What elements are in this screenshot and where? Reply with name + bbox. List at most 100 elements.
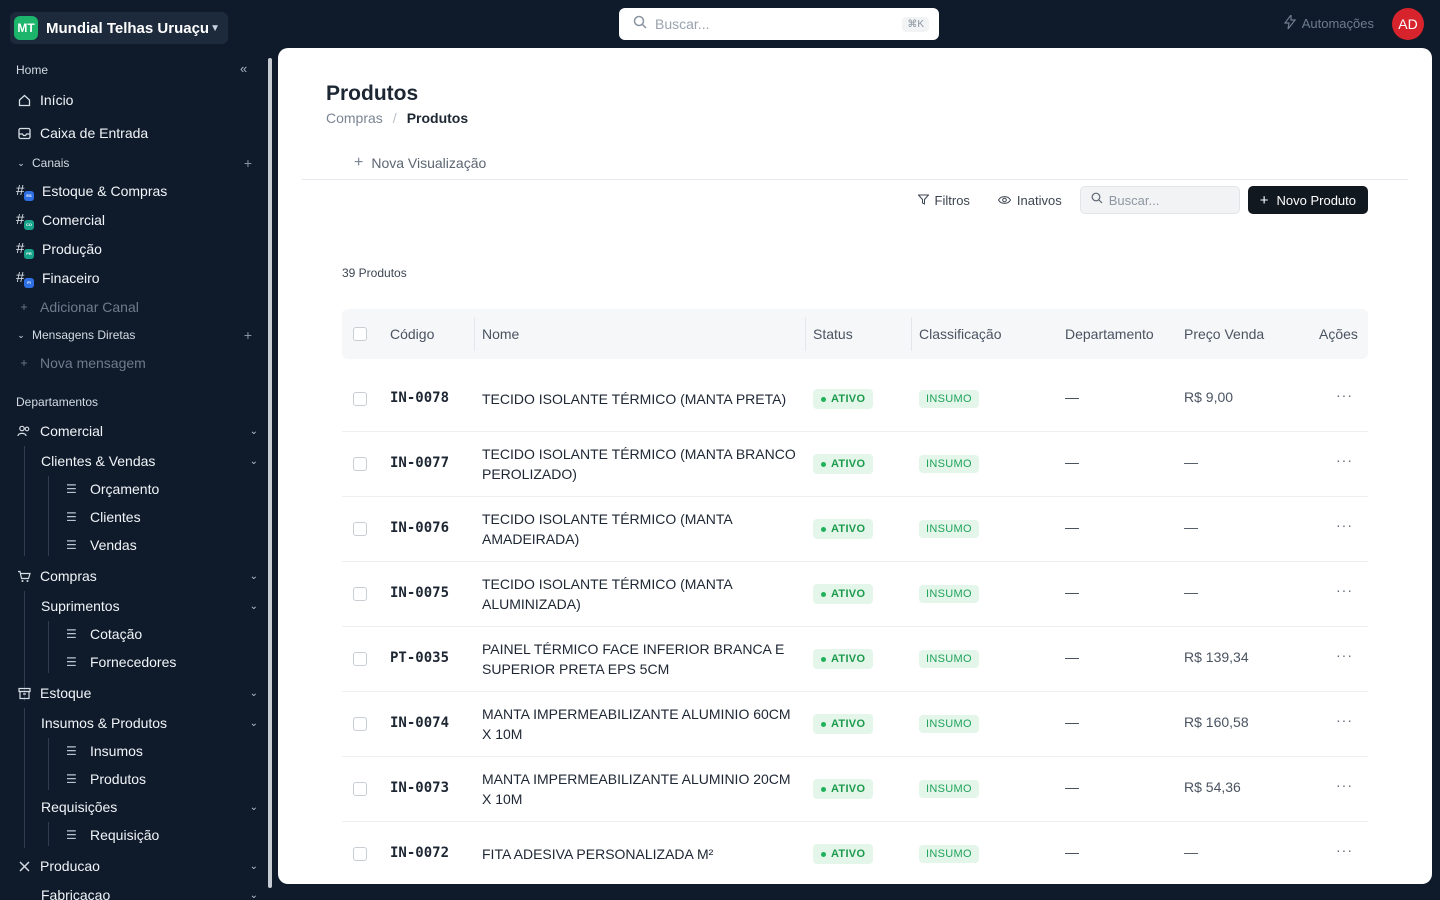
sidebar-dept-comercial[interactable]: Comercial ⌄ <box>16 418 258 444</box>
double-chevron-left-icon[interactable]: « <box>240 61 247 76</box>
more-horizontal-icon[interactable]: ··· <box>1336 647 1353 663</box>
header-classification[interactable]: Classificação <box>919 326 1001 342</box>
user-avatar[interactable]: AD <box>1392 8 1424 40</box>
top-bar: MT Mundial Telhas Uruaçu ▼ ⌘K Automações… <box>0 0 1440 48</box>
product-name[interactable]: MANTA IMPERMEABILIZANTE ALUMINIO 20CM X … <box>482 769 802 809</box>
new-view-label: Nova Visualização <box>371 155 487 171</box>
sidebar-channel-producao[interactable]: # PR Produção <box>16 236 258 262</box>
chevron-down-icon: ⌄ <box>249 860 258 872</box>
classification-badge: INSUMO <box>919 520 979 538</box>
sidebar-link-requisicao[interactable]: ☰ Requisição <box>66 822 258 848</box>
header-code[interactable]: Código <box>390 326 434 342</box>
table-row[interactable]: PT-0035 PAINEL TÉRMICO FACE INFERIOR BRA… <box>342 627 1368 692</box>
sidebar-link-clientes[interactable]: ☰ Clientes <box>66 504 258 530</box>
more-horizontal-icon[interactable]: ··· <box>1336 517 1353 533</box>
sidebar-dept-compras[interactable]: Compras ⌄ <box>16 563 258 589</box>
sidebar-section-dm[interactable]: ⌄ Mensagens Diretas + <box>16 322 258 348</box>
product-name[interactable]: TECIDO ISOLANTE TÉRMICO (MANTA ALUMINIZA… <box>482 574 802 614</box>
new-message-label: Nova mensagem <box>40 355 146 371</box>
table-search[interactable] <box>1079 186 1240 214</box>
inactive-toggle[interactable]: Inativos <box>988 186 1072 214</box>
more-horizontal-icon[interactable]: ··· <box>1336 582 1353 598</box>
new-product-button[interactable]: + Novo Produto <box>1247 186 1368 214</box>
table-row[interactable]: IN-0077 TECIDO ISOLANTE TÉRMICO (MANTA B… <box>342 432 1368 497</box>
header-price[interactable]: Preço Venda <box>1184 326 1264 342</box>
row-checkbox[interactable] <box>353 717 367 731</box>
product-name[interactable]: MANTA IMPERMEABILIZANTE ALUMINIO 60CM X … <box>482 704 802 744</box>
global-search-input[interactable] <box>655 16 903 32</box>
global-search[interactable]: ⌘K <box>619 8 939 40</box>
more-horizontal-icon[interactable]: ··· <box>1336 777 1353 793</box>
product-name[interactable]: FITA ADESIVA PERSONALIZADA M² <box>482 844 802 864</box>
sidebar-sub-suprimentos[interactable]: Suprimentos ⌄ <box>41 593 258 619</box>
sidebar-scrollbar[interactable] <box>268 58 272 888</box>
product-code: PT-0035 <box>390 650 450 666</box>
row-checkbox[interactable] <box>353 522 367 536</box>
select-all-checkbox[interactable] <box>353 327 367 341</box>
row-checkbox[interactable] <box>353 457 367 471</box>
product-name[interactable]: TECIDO ISOLANTE TÉRMICO (MANTA PRETA) <box>482 389 802 409</box>
list-icon: ☰ <box>66 510 77 524</box>
product-name[interactable]: PAINEL TÉRMICO FACE INFERIOR BRANCA E SU… <box>482 639 802 679</box>
header-name[interactable]: Nome <box>482 326 519 342</box>
table-row[interactable]: IN-0072 FITA ADESIVA PERSONALIZADA M² AT… <box>342 822 1368 884</box>
row-checkbox[interactable] <box>353 652 367 666</box>
sidebar-item-inbox[interactable]: Caixa de Entrada <box>16 120 258 146</box>
filters-button[interactable]: Filtros <box>908 186 980 214</box>
sidebar-link-orcamento[interactable]: ☰ Orçamento <box>66 476 258 502</box>
sub-label: Suprimentos <box>41 598 120 614</box>
row-checkbox[interactable] <box>353 392 367 406</box>
hash-icon: # CO <box>16 211 34 230</box>
table-row[interactable]: IN-0074 MANTA IMPERMEABILIZANTE ALUMINIO… <box>342 692 1368 757</box>
add-channel-icon[interactable]: + <box>244 155 252 171</box>
sidebar-link-produtos[interactable]: ☰ Produtos <box>66 766 258 792</box>
table-search-input[interactable] <box>1108 192 1219 208</box>
new-view-button[interactable]: + Nova Visualização <box>354 154 486 172</box>
sidebar-link-insumos[interactable]: ☰ Insumos <box>66 738 258 764</box>
more-horizontal-icon[interactable]: ··· <box>1336 712 1353 728</box>
product-name[interactable]: TECIDO ISOLANTE TÉRMICO (MANTA AMADEIRAD… <box>482 509 802 549</box>
add-dm-icon[interactable]: + <box>244 327 252 343</box>
more-horizontal-icon[interactable]: ··· <box>1336 842 1353 858</box>
sidebar-dept-producao[interactable]: Producao ⌄ <box>16 853 258 879</box>
workspace-switcher[interactable]: MT Mundial Telhas Uruaçu ▼ <box>10 12 228 44</box>
table-row[interactable]: IN-0078 TECIDO ISOLANTE TÉRMICO (MANTA P… <box>342 367 1368 432</box>
sidebar-link-vendas[interactable]: ☰ Vendas <box>66 532 258 558</box>
new-message-button[interactable]: + Nova mensagem <box>16 350 258 376</box>
link-label: Clientes <box>90 509 141 525</box>
sidebar-channel-comercial[interactable]: # CO Comercial <box>16 207 258 233</box>
status-dot <box>821 461 826 467</box>
sidebar-item-label: Início <box>40 92 74 108</box>
breadcrumb-link-compras[interactable]: Compras <box>326 110 383 126</box>
sidebar-channel-estoque-compras[interactable]: # ES Estoque & Compras <box>16 178 258 204</box>
sidebar-item-label: Caixa de Entrada <box>40 125 149 141</box>
sidebar-sub-insumos-produtos[interactable]: Insumos & Produtos ⌄ <box>41 710 258 736</box>
sidebar-link-cotacao[interactable]: ☰ Cotação <box>66 621 258 647</box>
product-name[interactable]: TECIDO ISOLANTE TÉRMICO (MANTA BRANCO PE… <box>482 444 802 484</box>
more-horizontal-icon[interactable]: ··· <box>1336 452 1353 468</box>
plus-icon: + <box>354 154 364 171</box>
sidebar-sub-requisicoes[interactable]: Requisições ⌄ <box>41 794 258 820</box>
sidebar-section-canais[interactable]: ⌄ Canais + <box>16 150 258 176</box>
automations-button[interactable]: Automações <box>1283 13 1374 32</box>
list-icon: ☰ <box>66 538 77 552</box>
row-checkbox[interactable] <box>353 587 367 601</box>
table-row[interactable]: IN-0075 TECIDO ISOLANTE TÉRMICO (MANTA A… <box>342 562 1368 627</box>
sidebar-dept-estoque[interactable]: Estoque ⌄ <box>16 680 258 706</box>
row-checkbox[interactable] <box>353 782 367 796</box>
more-horizontal-icon[interactable]: ··· <box>1336 387 1353 403</box>
add-channel-label: Adicionar Canal <box>40 299 139 315</box>
table-row[interactable]: IN-0073 MANTA IMPERMEABILIZANTE ALUMINIO… <box>342 757 1368 822</box>
header-department[interactable]: Departamento <box>1065 326 1154 342</box>
breadcrumb-current: Produtos <box>406 110 469 126</box>
row-checkbox[interactable] <box>353 847 367 861</box>
add-channel-button[interactable]: + Adicionar Canal <box>16 294 258 320</box>
sidebar-channel-financeiro[interactable]: # FI Finaceiro <box>16 265 258 291</box>
sidebar-item-inicio[interactable]: Início <box>16 87 258 113</box>
header-status[interactable]: Status <box>813 326 853 342</box>
sidebar-sub-fabricacao[interactable]: Fabricacao ⌄ <box>41 882 258 900</box>
sidebar-sub-clientes-vendas[interactable]: Clientes & Vendas ⌄ <box>41 448 258 474</box>
sidebar-link-fornecedores[interactable]: ☰ Fornecedores <box>66 649 258 675</box>
table-row[interactable]: IN-0076 TECIDO ISOLANTE TÉRMICO (MANTA A… <box>342 497 1368 562</box>
status-label: ATIVO <box>831 458 866 470</box>
